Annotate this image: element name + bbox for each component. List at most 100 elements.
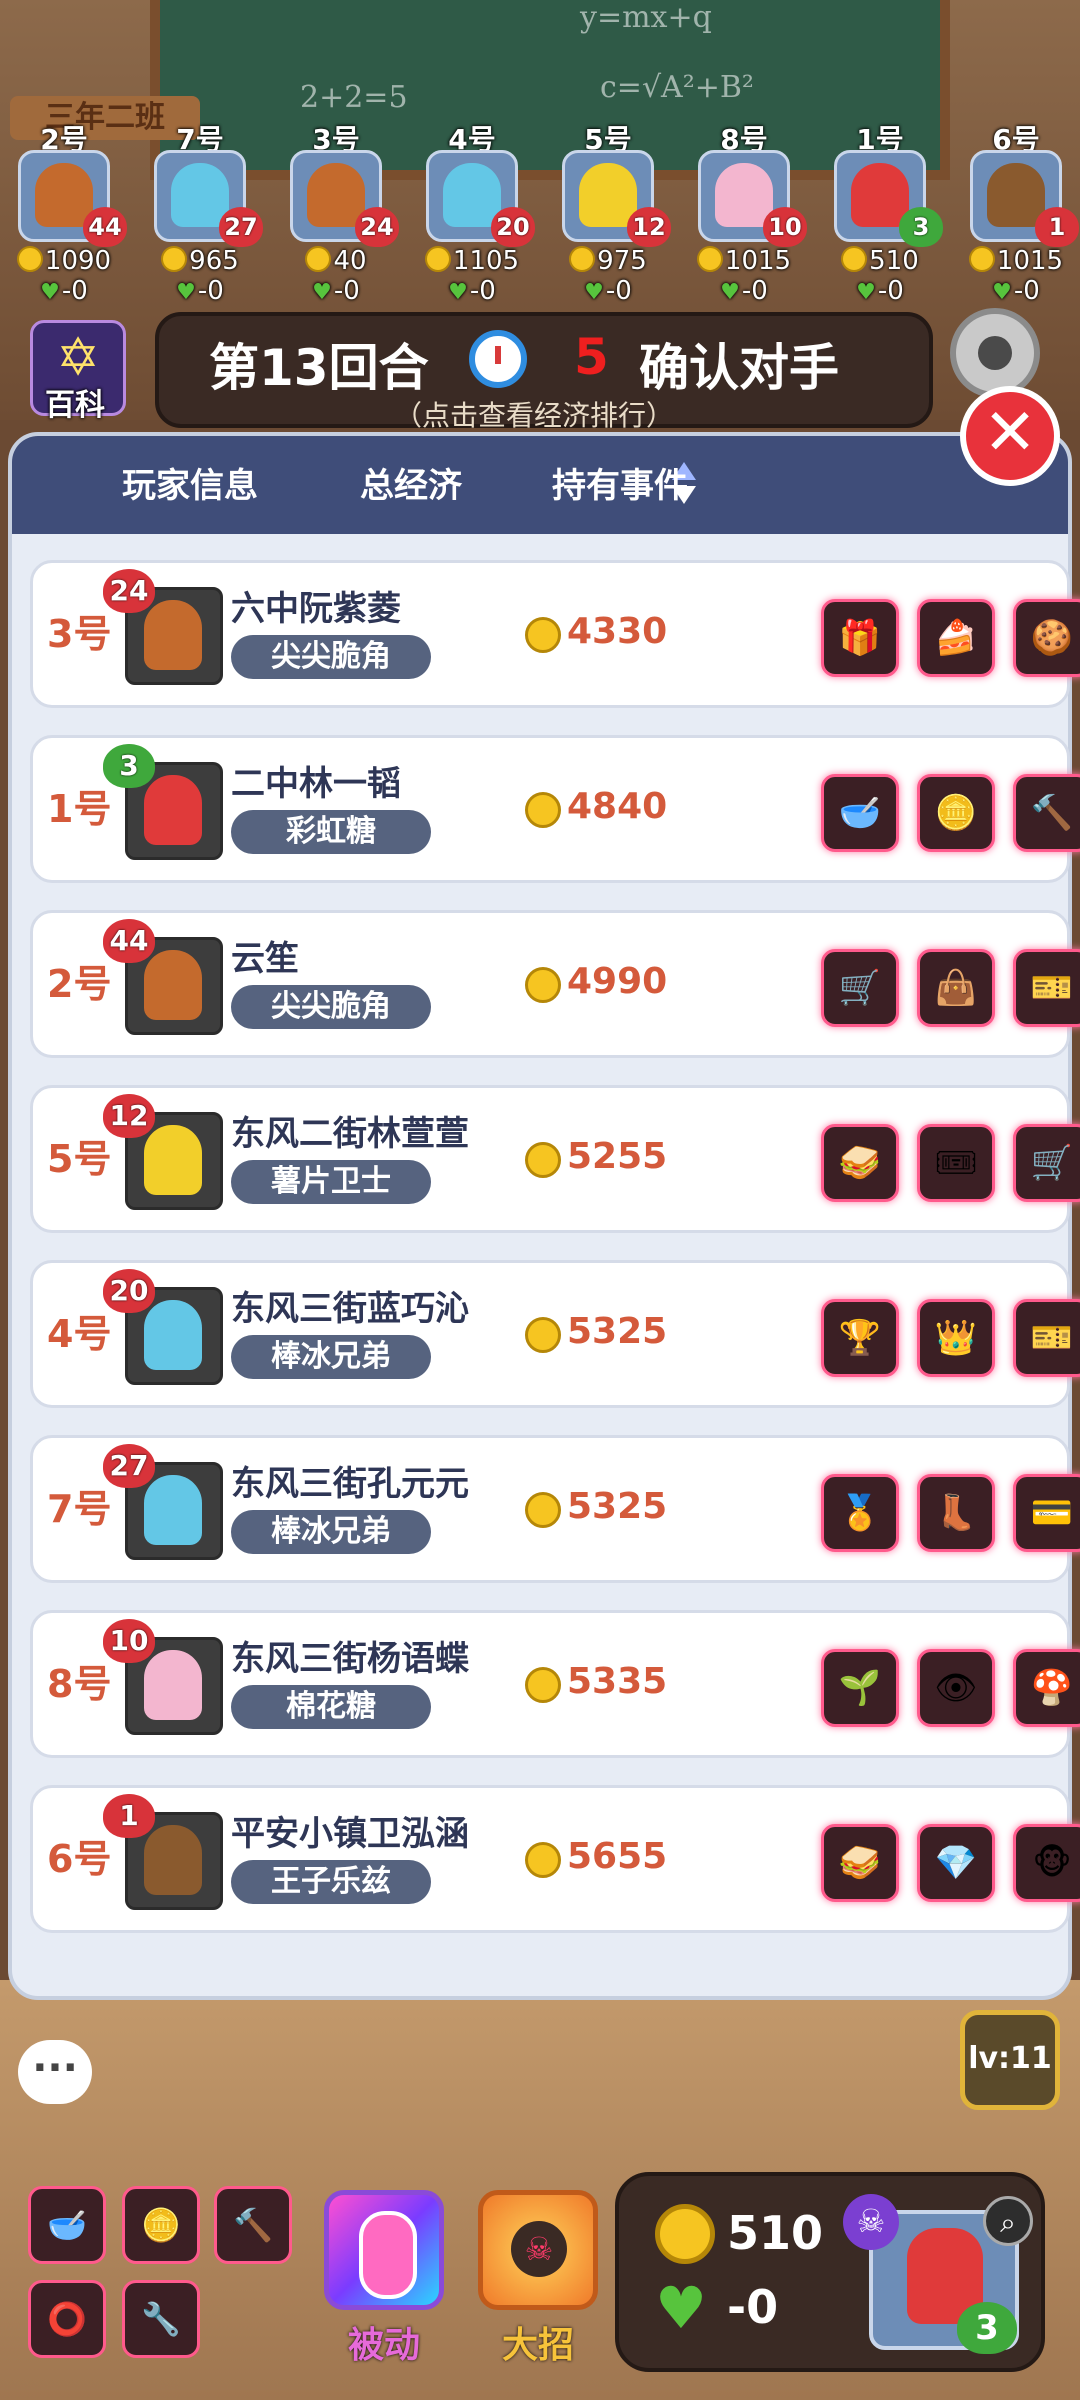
held-event[interactable]: 👜 xyxy=(917,949,995,1027)
held-event[interactable]: 🍪 xyxy=(1013,599,1080,677)
hearts-badge: 24 xyxy=(355,207,399,247)
total-economy-value: 5325 xyxy=(567,1311,668,1352)
passive-skill-button[interactable] xyxy=(324,2190,444,2310)
owned-item-ring[interactable]: ⭕ xyxy=(28,2280,106,2358)
column-player-info: 玩家信息 xyxy=(122,466,258,506)
held-event[interactable]: 🍄 xyxy=(1013,1649,1080,1727)
held-event[interactable]: 🏅 xyxy=(821,1474,899,1552)
top-player-card[interactable]: 5号 12 975 ♥-0 xyxy=(548,118,671,308)
gem-coin-icon: 💎 xyxy=(934,1843,978,1883)
held-event[interactable]: 🪙 xyxy=(917,774,995,852)
held-event[interactable]: 🥪 xyxy=(821,1124,899,1202)
table-row[interactable]: 8号 10 东风三街杨语蝶 棉花糖 5335 🌱 👁 🍄 xyxy=(30,1610,1080,1758)
chat-bubble-button[interactable]: ··· xyxy=(18,2040,92,2104)
held-event[interactable]: 🍰 xyxy=(917,599,995,677)
life-value: -0 xyxy=(605,276,632,306)
round-banner[interactable]: 第13回合 5 确认对手 （点击查看经济排行） xyxy=(155,312,933,432)
top-player-card[interactable]: 8号 10 1015 ♥-0 xyxy=(684,118,807,308)
table-row[interactable]: 1号 3 二中林一韬 彩虹糖 4840 🥣 🪙 🔨 xyxy=(30,735,1080,883)
held-event[interactable]: 🐵 xyxy=(1013,1824,1080,1902)
skull-icon[interactable]: ☠ xyxy=(843,2194,899,2250)
held-event[interactable]: 🏆 xyxy=(821,1299,899,1377)
held-event[interactable]: 🛒 xyxy=(821,949,899,1027)
search-icon[interactable]: ⌕ xyxy=(983,2196,1033,2246)
coin-icon xyxy=(525,1667,561,1703)
top-player-card[interactable]: 6号 1 1015 ♥-0 xyxy=(956,118,1079,308)
money-value: 1015 xyxy=(996,246,1064,276)
player-number: 6号 xyxy=(992,123,1040,156)
table-row[interactable]: 5号 12 东风二街林萱萱 薯片卫士 5255 🥪 🎟 🛒 xyxy=(30,1085,1080,1233)
heart-icon: ♥ xyxy=(448,280,468,305)
table-row[interactable]: 3号 24 六中阮紫菱 尖尖脆角 4330 🎁 🍰 🍪 xyxy=(30,560,1080,708)
passive-skill-label: 被动 xyxy=(347,2325,420,2366)
close-button[interactable]: ✕ xyxy=(960,386,1060,486)
held-event[interactable]: 🎫 xyxy=(1013,1299,1080,1377)
ticket-icon: 🎟 xyxy=(934,1143,978,1183)
player-life: ♥-0 xyxy=(820,276,940,306)
player-life: ♥-0 xyxy=(276,276,396,306)
player-avatar: 27 xyxy=(154,150,263,247)
total-economy-value: 5325 xyxy=(567,1486,668,1527)
coin-icon xyxy=(525,1317,561,1353)
player-status-panel: 510 ♥ -0 3 ☠ ⌕ xyxy=(615,2172,1045,2372)
cart-icon: 🛒 xyxy=(838,968,882,1008)
player-money: 1105 xyxy=(412,246,532,276)
character-icon xyxy=(144,1125,202,1195)
coin-icon xyxy=(525,967,561,1003)
top-player-card[interactable]: 3号 24 40 ♥-0 xyxy=(276,118,399,308)
skull-gems-icon: ☠ xyxy=(511,2221,567,2277)
table-row[interactable]: 6号 1 平安小镇卫泓涵 王子乐兹 5655 🥪 💎 🐵 xyxy=(30,1785,1080,1933)
heart-icon: ♥ xyxy=(992,280,1012,305)
ultimate-skill-button[interactable]: ☠ xyxy=(478,2190,598,2310)
podium-icon: 🏆 xyxy=(838,1318,882,1358)
table-row[interactable]: 4号 20 东风三街蓝巧沁 棒冰兄弟 5325 🏆 👑 🎫 xyxy=(30,1260,1080,1408)
top-player-strip: 2号 44 1090 ♥-0 7号 27 965 ♥-0 3号 24 40 ♥-0 4号 20 1105 ♥-… xyxy=(0,118,1080,308)
character-icon xyxy=(144,600,202,670)
table-row[interactable]: 7号 27 东风三街孔元元 棒冰兄弟 5325 🏅 👢 💳 xyxy=(30,1435,1080,1583)
held-event[interactable]: 🎫 xyxy=(1013,949,1080,1027)
ultimate-skill-label: 大招 xyxy=(501,2325,574,2366)
held-event[interactable]: 🥣 xyxy=(821,774,899,852)
economy-ranking-panel: 玩家信息 总经济 持有事件 3号 24 六中阮紫菱 尖尖脆角 4330 🎁 🍰 🍪 1号 3 二中林… xyxy=(8,432,1080,2000)
coin-icon xyxy=(525,1492,561,1528)
held-event[interactable]: 🎁 xyxy=(821,599,899,677)
settings-button[interactable] xyxy=(950,308,1040,398)
player-name: 云笙 xyxy=(231,939,299,979)
column-total-economy[interactable]: 总经济 xyxy=(360,458,462,507)
total-economy-value: 5255 xyxy=(567,1136,668,1177)
character-icon xyxy=(144,1300,202,1370)
held-event[interactable]: 👑 xyxy=(917,1299,995,1377)
held-event[interactable]: 💎 xyxy=(917,1824,995,1902)
top-player-card[interactable]: 2号 44 1090 ♥-0 xyxy=(4,118,127,308)
held-event[interactable]: 👢 xyxy=(917,1474,995,1552)
hearts-badge: 3 xyxy=(103,744,155,788)
stopwatch-icon xyxy=(469,330,527,388)
rainbow-candy-icon xyxy=(359,2211,417,2299)
held-event[interactable]: 👁 xyxy=(917,1649,995,1727)
player-avatar: 3 xyxy=(834,150,943,247)
player-money: 975 xyxy=(548,246,668,276)
player-name: 东风三街蓝巧沁 xyxy=(231,1289,469,1329)
held-event[interactable]: 🥪 xyxy=(821,1824,899,1902)
chalk-formula: c=√A²+B² xyxy=(600,70,754,105)
player-name: 二中林一韬 xyxy=(231,764,401,804)
held-event[interactable]: 💳 xyxy=(1013,1474,1080,1552)
held-event[interactable]: 🔨 xyxy=(1013,774,1080,852)
top-player-card[interactable]: 1号 3 510 ♥-0 xyxy=(820,118,943,308)
table-row[interactable]: 2号 44 云笙 尖尖脆角 4990 🛒 👜 🎫 xyxy=(30,910,1080,1058)
coin-icon xyxy=(305,246,332,272)
hearts-badge: 12 xyxy=(103,1094,155,1138)
top-player-card[interactable]: 7号 27 965 ♥-0 xyxy=(140,118,263,308)
owned-item-wrench[interactable]: 🔧 xyxy=(122,2280,200,2358)
total-economy-value: 5655 xyxy=(567,1836,668,1877)
held-event[interactable]: 🛒 xyxy=(1013,1124,1080,1202)
player-life: ♥-0 xyxy=(4,276,124,306)
owned-item-bowl[interactable]: 🥣 xyxy=(28,2186,106,2264)
held-event[interactable]: 🌱 xyxy=(821,1649,899,1727)
owned-item-hammer[interactable]: 🔨 xyxy=(214,2186,292,2264)
owned-item-chips[interactable]: 🪙 xyxy=(122,2186,200,2264)
held-event[interactable]: 🎟 xyxy=(917,1124,995,1202)
top-player-card[interactable]: 4号 20 1105 ♥-0 xyxy=(412,118,535,308)
character-icon xyxy=(144,950,202,1020)
character-role-tag: 尖尖脆角 xyxy=(231,635,431,679)
